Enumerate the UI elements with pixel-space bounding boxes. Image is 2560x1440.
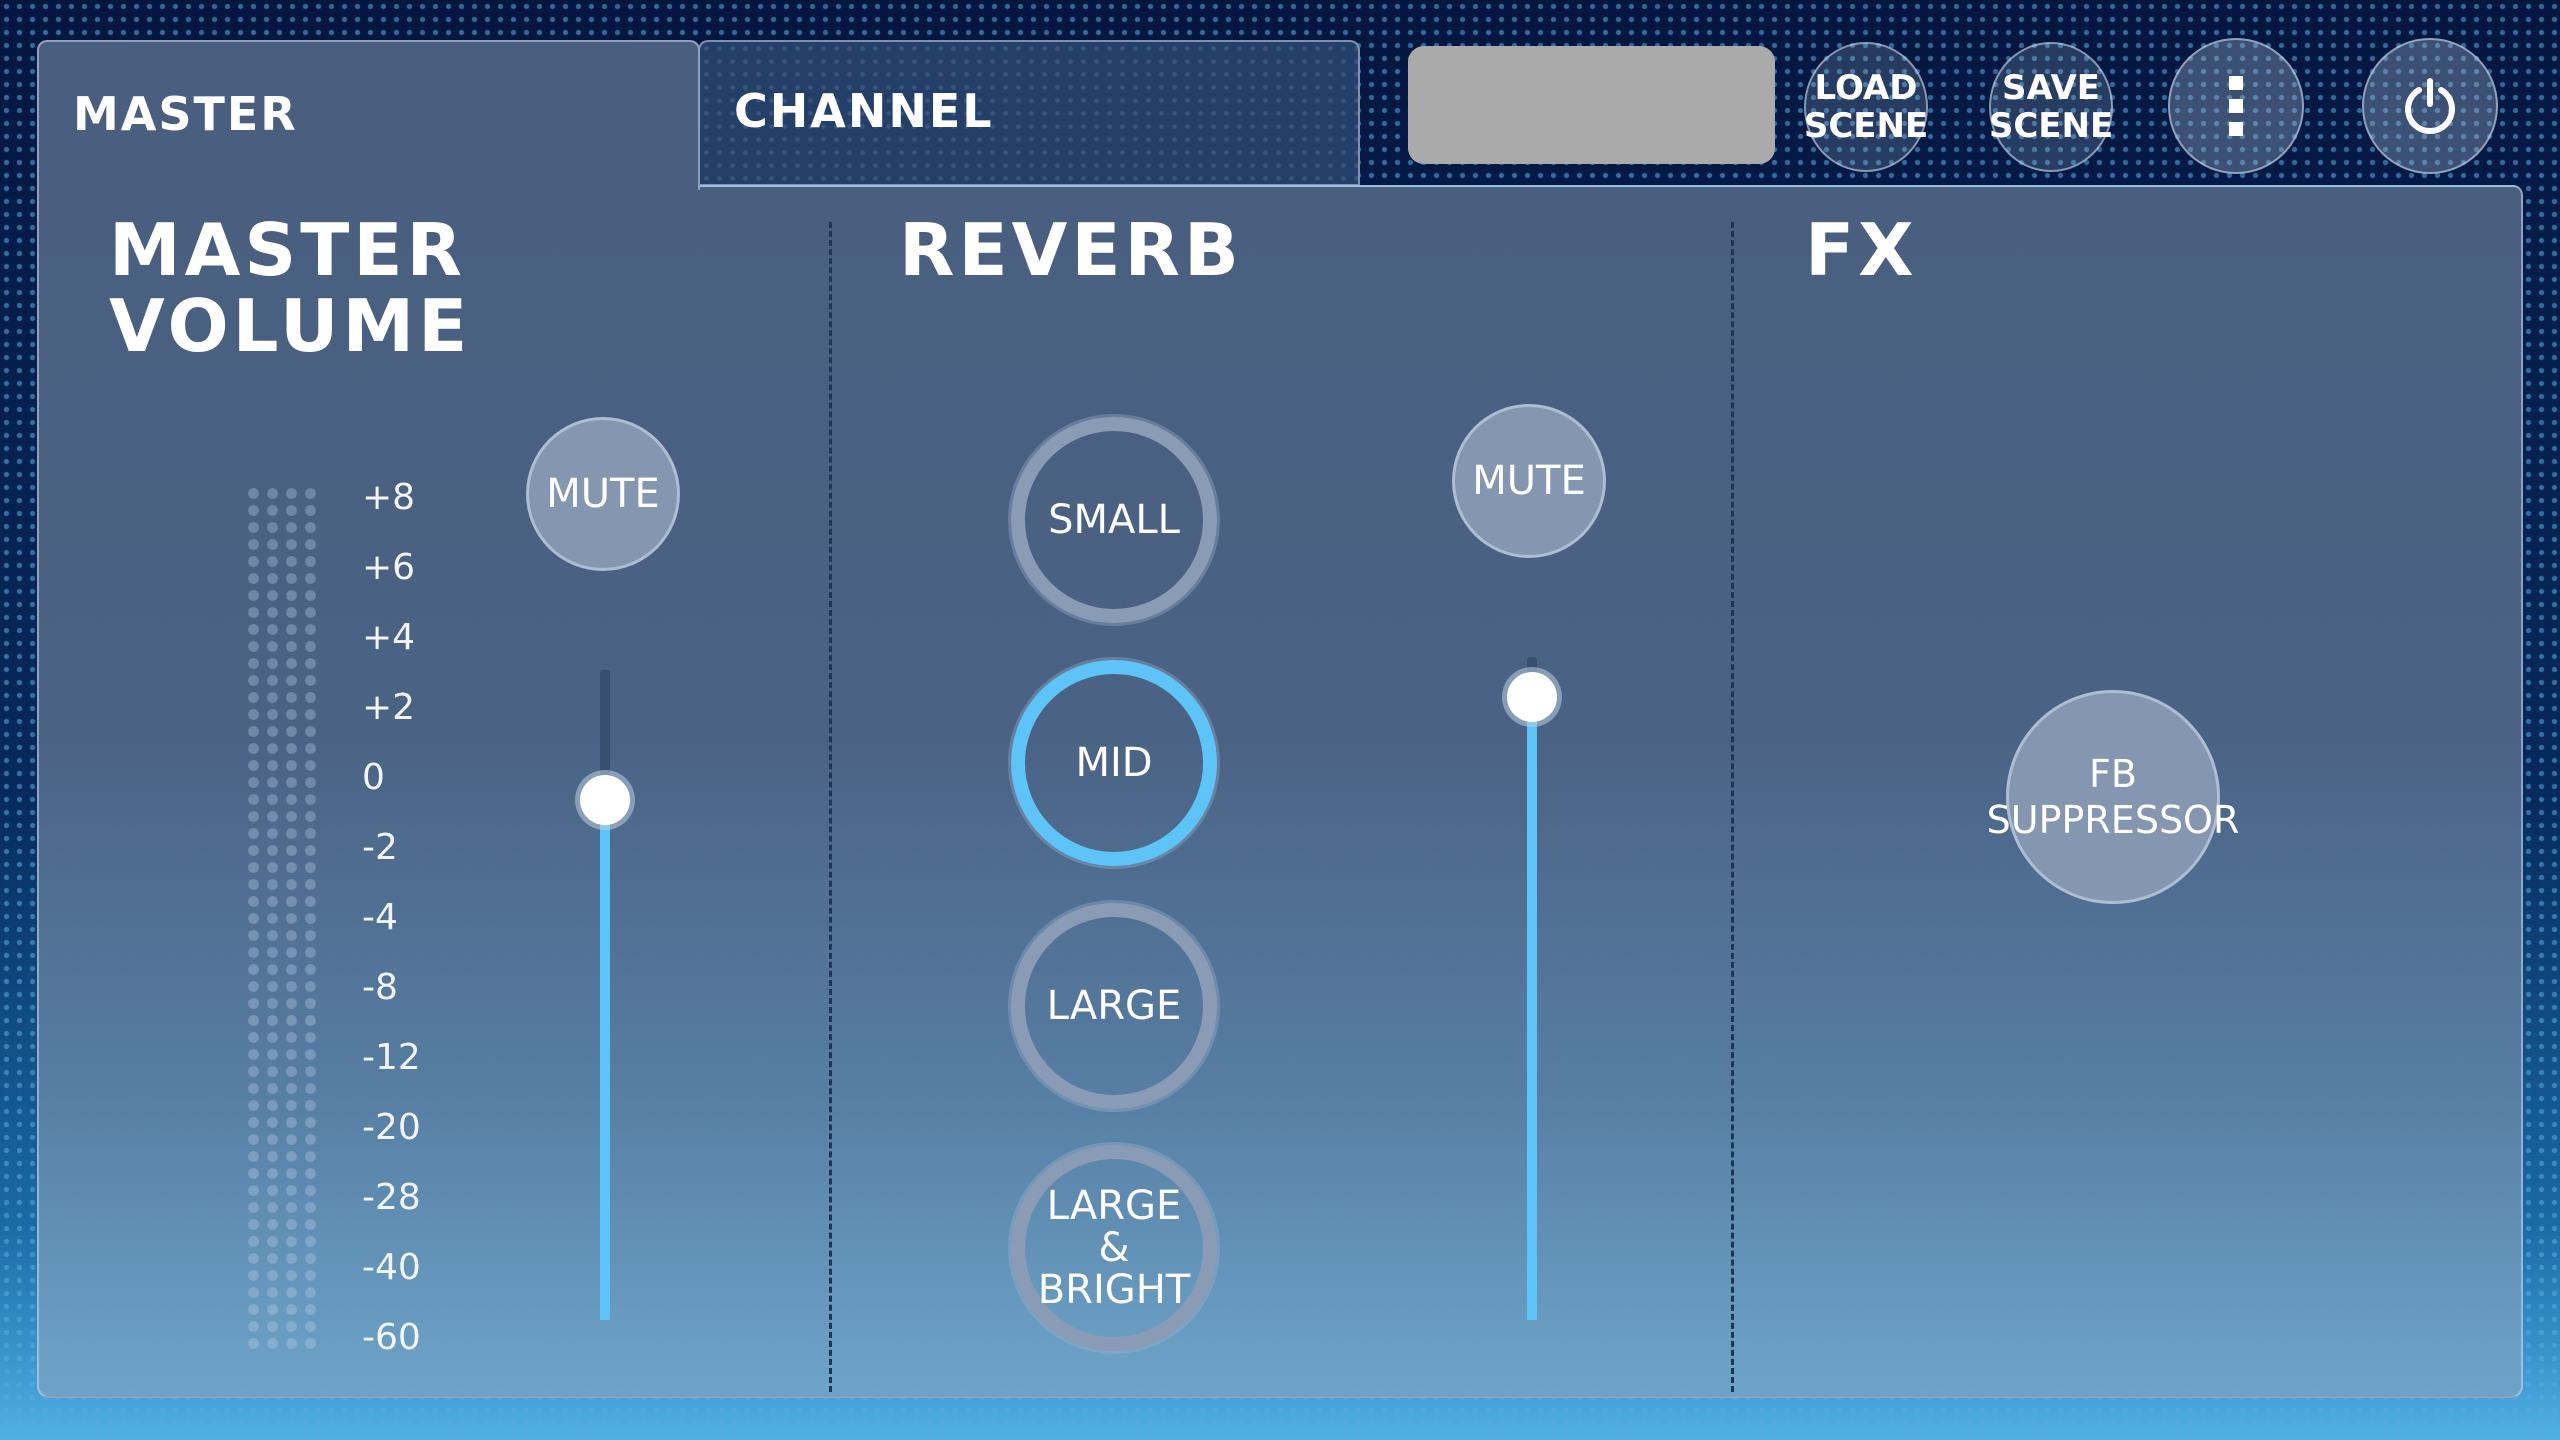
reverb-option-large[interactable]: LARGE [1011, 903, 1217, 1109]
power-button[interactable] [2362, 38, 2498, 174]
tab-master[interactable]: MASTER [37, 40, 700, 190]
reverb-mute-label: MUTE [1472, 458, 1586, 504]
fx-title: FX [1805, 208, 1918, 292]
tab-channel[interactable]: CHANNEL [698, 40, 1360, 186]
scale-label: +8 [362, 477, 416, 518]
scale-label: -40 [362, 1247, 421, 1288]
scale-label: 0 [362, 757, 385, 798]
menu-button[interactable] [2168, 38, 2304, 174]
scale-label: -8 [362, 967, 398, 1008]
reverb-option-label: MID [1075, 740, 1153, 786]
fb-suppressor-label-line1: FB [2089, 752, 2137, 796]
master-volume-title-line2: VOLUME [109, 284, 472, 368]
level-meter [244, 485, 318, 1355]
scale-label: +2 [362, 687, 416, 728]
reverb-option-label: LARGE & [1046, 1183, 1182, 1271]
reverb-fader-fill [1527, 696, 1537, 1320]
reverb-option-label: SMALL [1048, 497, 1180, 543]
power-icon [2405, 78, 2455, 134]
load-scene-label-line1: LOAD [1814, 68, 1918, 108]
scale-label: -2 [362, 827, 398, 868]
fb-suppressor-label-line2: SUPPRESSOR [1986, 798, 2240, 842]
master-panel: MASTER VOLUME +8 +6 +4 +2 0 -2 -4 -8 -12 -20 -28 -4… [37, 185, 2523, 1398]
scale-label: -60 [362, 1317, 421, 1358]
load-scene-button[interactable]: LOAD SCENE [1804, 42, 1928, 172]
master-fader-fill [600, 800, 610, 1320]
master-volume-title-line1: MASTER [109, 208, 466, 292]
reverb-option-label: LARGE [1046, 983, 1182, 1029]
save-scene-button[interactable]: SAVE SCENE [1989, 42, 2113, 172]
master-volume-title: MASTER VOLUME [109, 212, 471, 364]
save-scene-label-line2: SCENE [1988, 106, 2114, 146]
master-mute-label: MUTE [546, 471, 660, 517]
load-scene-label-line2: SCENE [1803, 106, 1929, 146]
reverb-title: REVERB [899, 208, 1243, 292]
reverb-option-mid[interactable]: MID [1011, 660, 1217, 866]
tab-master-label: MASTER [73, 87, 298, 141]
section-divider [829, 222, 832, 1392]
master-fader-knob[interactable] [580, 775, 630, 825]
reverb-option-small[interactable]: SMALL [1011, 417, 1217, 623]
reverb-mute-button[interactable]: MUTE [1452, 404, 1606, 558]
scale-label: +4 [362, 617, 416, 658]
scale-label: -28 [362, 1177, 421, 1218]
scale-label: +6 [362, 547, 416, 588]
master-mute-button[interactable]: MUTE [526, 417, 680, 571]
save-scene-label-line1: SAVE [2001, 68, 2101, 108]
reverb-option-large-bright[interactable]: LARGE & BRIGHT [1011, 1145, 1217, 1351]
reverb-fader-knob[interactable] [1507, 671, 1557, 722]
scene-name-display [1408, 46, 1775, 164]
vertical-ellipsis-icon [2229, 76, 2243, 136]
scale-label: -12 [362, 1037, 421, 1078]
fb-suppressor-button[interactable]: FB SUPPRESSOR [1987, 690, 2239, 904]
scale-label: -20 [362, 1107, 421, 1148]
scale-label: -4 [362, 897, 398, 938]
tab-channel-label: CHANNEL [734, 84, 994, 138]
section-divider [1731, 222, 1734, 1392]
reverb-option-label: BRIGHT [1037, 1267, 1191, 1313]
